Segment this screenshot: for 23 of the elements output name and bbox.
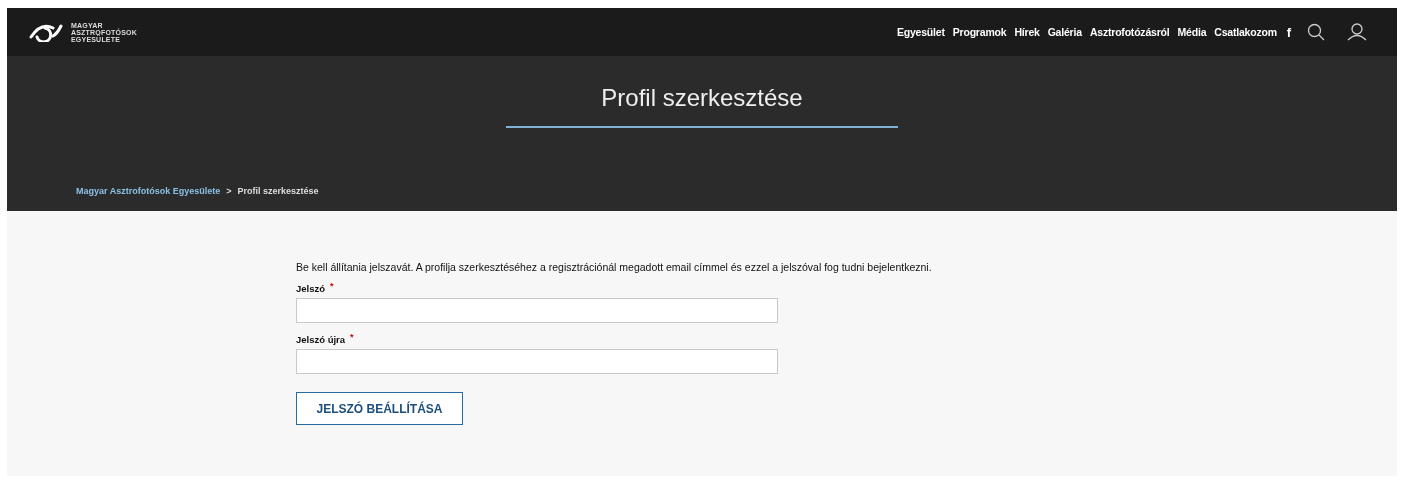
nav-link[interactable]: Egyesület [896,26,945,38]
password-field[interactable] [296,298,778,323]
nav-link[interactable]: Média [1177,26,1207,38]
field-label: Jelszó újra [296,334,346,345]
nav-link[interactable]: Asztrofotózásról [1089,26,1170,38]
nav-link[interactable]: Csatlakozom [1214,26,1277,38]
breadcrumb-text: Profil szerkesztése [237,186,319,196]
required-mark: * [330,281,334,291]
nav-link[interactable]: Programok [952,26,1007,38]
nav-link[interactable]: Galéria [1047,26,1082,38]
breadcrumb-text: > [226,186,232,196]
password-field[interactable] [296,349,778,374]
user-icon[interactable] [1347,23,1367,41]
search-icon[interactable] [1307,23,1325,41]
set-password-button[interactable]: JELSZÓ BEÁLLÍTÁSA [296,392,463,425]
breadcrumb-link[interactable]: Magyar Asztrofotósok Egyesülete [76,186,221,196]
field-label: Jelszó [296,283,326,294]
required-mark: * [350,332,354,342]
nav-link[interactable]: Hírek [1014,26,1040,38]
facebook-link[interactable]: f [1286,24,1291,40]
instruction-text: Be kell állítania jelszavát. A profilja szerkesztéséhez a regisztrációnál megadott email címmel és ezzel a jelszóval fog tudni bejelentkezni. [296,261,933,273]
eye-logo-icon[interactable] [29,22,63,42]
page-title: Profil szerkesztése [506,84,898,128]
